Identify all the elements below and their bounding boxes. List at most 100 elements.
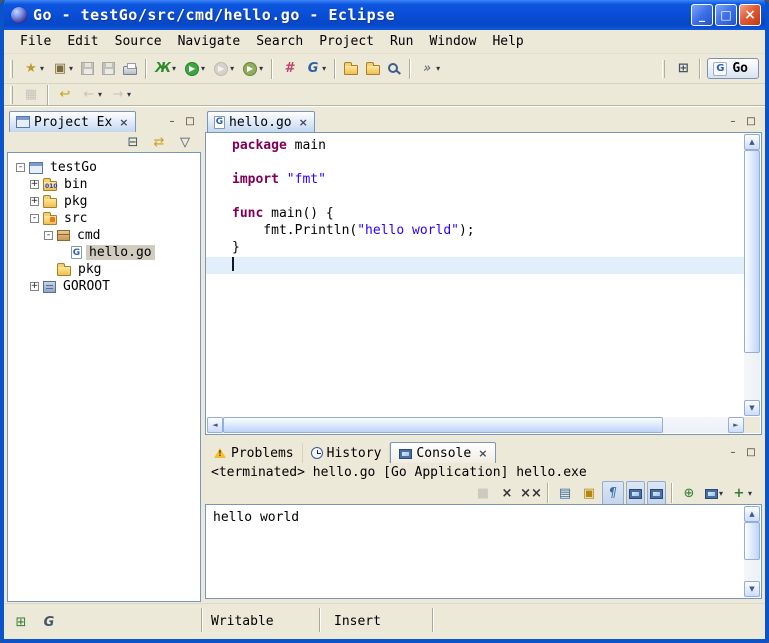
tree-item-src[interactable]: -src — [12, 210, 200, 227]
open-console-button[interactable]: +▾ — [728, 481, 755, 505]
code-line-4[interactable] — [232, 189, 744, 206]
close-tab-icon[interactable]: × — [119, 116, 128, 129]
forward-dropdown-caret[interactable]: ▾ — [127, 90, 131, 99]
remove-launch-button[interactable]: × — [496, 481, 518, 505]
last-edit-location-button[interactable]: ↩ — [54, 83, 76, 107]
new-wizard-button[interactable]: ★▾ — [20, 57, 47, 81]
maximize-button[interactable]: □ — [715, 4, 737, 26]
tree-item-pkg[interactable]: +pkg — [12, 193, 200, 210]
expander-icon[interactable]: - — [44, 231, 53, 240]
external-tools-dropdown-caret[interactable]: ▾ — [259, 64, 263, 73]
scroll-lock-button[interactable]: ▣ — [578, 481, 600, 505]
code-line-3[interactable]: import "fmt" — [232, 172, 744, 189]
code-line-8[interactable] — [206, 257, 744, 274]
go-toolbar-dropdown-caret[interactable]: ▾ — [322, 64, 326, 73]
expander-icon[interactable]: + — [30, 282, 39, 291]
code-line-2[interactable] — [232, 155, 744, 172]
link-with-editor-button[interactable]: ⇄ — [148, 133, 170, 151]
titlebar[interactable]: Go - testGo/src/cmd/hello.go - Eclipse _… — [4, 0, 765, 30]
display-console-dropdown-caret[interactable]: ▾ — [719, 489, 723, 498]
scrollbar-thumb[interactable] — [744, 522, 760, 560]
external-tools-button[interactable]: ▶▾ — [239, 57, 266, 81]
go-perspective-button[interactable]: GGo — [707, 58, 759, 79]
tree-item-hello-go[interactable]: hello.go — [12, 244, 200, 261]
tab-console[interactable]: Console× — [390, 442, 496, 463]
tree-item-pkg[interactable]: pkg — [12, 261, 200, 278]
tab-hello-go[interactable]: hello.go × — [207, 111, 315, 132]
tree-item-goroot[interactable]: +GOROOT — [12, 278, 200, 295]
next-annotation-button[interactable]: »▾ — [416, 57, 443, 81]
export-button[interactable] — [363, 57, 383, 81]
tab-history[interactable]: History — [303, 443, 391, 463]
menu-edit[interactable]: Edit — [59, 32, 106, 51]
scroll-up-icon[interactable]: ▲ — [744, 506, 760, 522]
print-button[interactable] — [120, 57, 140, 81]
tree-item-testgo[interactable]: -testGo — [12, 159, 200, 176]
run-button[interactable]: ▶▾ — [181, 57, 208, 81]
close-tab-icon[interactable]: × — [299, 116, 308, 129]
scroll-right-icon[interactable]: ► — [728, 417, 744, 433]
pin-console-button[interactable]: ⊕ — [678, 481, 700, 505]
editor-vertical-scrollbar[interactable]: ▲ ▼ — [744, 134, 760, 416]
editor-horizontal-scrollbar[interactable]: ◄ ► — [207, 417, 744, 433]
debug-dropdown-caret[interactable]: ▾ — [172, 64, 176, 73]
code-line-7[interactable]: } — [232, 240, 744, 257]
scroll-down-icon[interactable]: ▼ — [744, 581, 760, 597]
menu-search[interactable]: Search — [248, 32, 311, 51]
menu-help[interactable]: Help — [484, 32, 531, 51]
maximize-view-button[interactable]: □ — [742, 113, 760, 129]
new-go-package-button[interactable]: # — [278, 57, 300, 81]
minimize-button[interactable]: _ — [691, 4, 713, 26]
run-dropdown-caret[interactable]: ▾ — [201, 64, 205, 73]
import-button[interactable] — [341, 57, 361, 81]
menu-window[interactable]: Window — [421, 32, 484, 51]
console-output[interactable]: hello world — [206, 505, 744, 598]
scroll-up-icon[interactable]: ▲ — [744, 134, 760, 150]
minimize-view-button[interactable]: – — [163, 113, 181, 129]
open-console-dropdown-caret[interactable]: ▾ — [748, 489, 752, 498]
scrollbar-thumb[interactable] — [223, 417, 663, 433]
menu-source[interactable]: Source — [107, 32, 170, 51]
maximize-view-button[interactable]: □ — [742, 444, 760, 460]
scroll-left-icon[interactable]: ◄ — [207, 417, 223, 433]
open-perspective-button[interactable]: ⊞ — [672, 57, 694, 81]
toolbar-grip[interactable] — [662, 60, 665, 78]
close-tab-icon[interactable]: × — [478, 447, 487, 460]
project-tree[interactable]: -testGo+bin+pkg-src-cmdhello.gopkg+GOROO… — [7, 152, 201, 602]
scroll-down-icon[interactable]: ▼ — [744, 400, 760, 416]
minimize-view-button[interactable]: – — [724, 113, 742, 129]
scrollbar-thumb[interactable] — [744, 150, 760, 353]
menu-project[interactable]: Project — [311, 32, 382, 51]
editor-code-area[interactable]: package main import "fmt" func main() { fm… — [206, 133, 744, 417]
go-toolbar-button[interactable]: G▾ — [302, 57, 329, 81]
new-wizard-dropdown-caret[interactable]: ▾ — [40, 64, 44, 73]
search-button[interactable] — [385, 57, 404, 81]
show-on-stderr-button[interactable] — [647, 481, 666, 505]
debug-button[interactable]: Ж▾ — [152, 57, 179, 81]
expander-icon[interactable]: + — [30, 197, 39, 206]
back-dropdown-caret[interactable]: ▾ — [98, 90, 102, 99]
remove-all-launches-button[interactable]: ×× — [520, 481, 542, 505]
word-wrap-button[interactable]: ¶ — [602, 481, 624, 505]
run-last-dropdown-caret[interactable]: ▾ — [230, 64, 234, 73]
view-menu-button[interactable]: ▽ — [174, 133, 196, 151]
code-line-6[interactable]: fmt.Println("hello world"); — [232, 223, 744, 240]
expander-icon[interactable]: - — [16, 163, 25, 172]
tab-project-explorer[interactable]: Project Ex × — [9, 111, 136, 132]
menu-navigate[interactable]: Navigate — [170, 32, 249, 51]
code-line-1[interactable]: package main — [232, 138, 744, 155]
code-line-5[interactable]: func main() { — [232, 206, 744, 223]
fast-view-button[interactable]: ⊞ — [10, 610, 32, 634]
new-element-button[interactable]: ▣▾ — [49, 57, 76, 81]
expander-icon[interactable]: + — [30, 180, 39, 189]
close-button[interactable]: × — [739, 4, 761, 26]
minimize-view-button[interactable]: – — [724, 444, 742, 460]
toolbar-grip[interactable] — [10, 86, 13, 104]
next-annotation-dropdown-caret[interactable]: ▾ — [436, 64, 440, 73]
go-status-button[interactable]: G — [38, 610, 60, 634]
console-vertical-scrollbar[interactable]: ▲ ▼ — [744, 506, 760, 597]
display-console-button[interactable]: ▾ — [702, 481, 726, 505]
toolbar-grip[interactable] — [10, 60, 13, 78]
show-on-stdout-button[interactable] — [626, 481, 645, 505]
menu-run[interactable]: Run — [382, 32, 421, 51]
